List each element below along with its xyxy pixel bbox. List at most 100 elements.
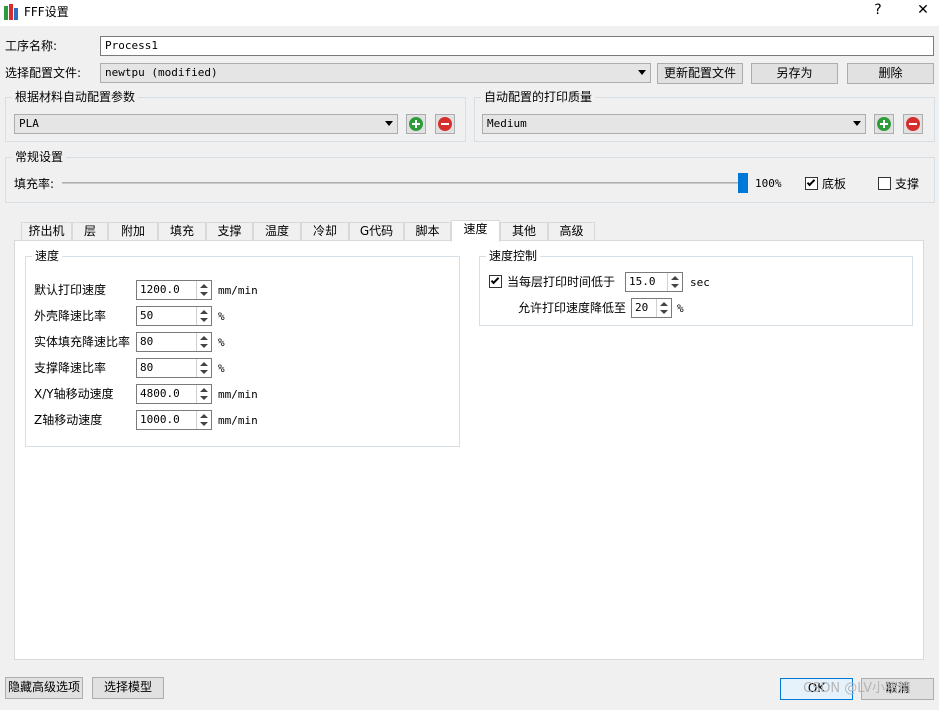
support-label: 支撑 (895, 177, 920, 191)
default-speed-input[interactable]: 1200.0 (136, 280, 212, 300)
spin-up-icon (200, 284, 208, 288)
config-file-label: 选择配置文件: (5, 66, 82, 80)
material-select[interactable]: PLA (14, 114, 398, 134)
solid-infill-ratio-unit: % (218, 336, 225, 349)
layer-time-checkbox[interactable] (489, 275, 502, 288)
config-file-value: newtpu (modified) (105, 66, 218, 79)
plus-icon (877, 117, 891, 131)
window-title: FFF设置 (24, 5, 69, 19)
infill-slider-handle[interactable] (738, 173, 748, 193)
remove-quality-button[interactable] (903, 114, 923, 134)
tab-temperature[interactable]: 温度 (253, 222, 301, 240)
xy-travel-input[interactable]: 4800.0 (136, 384, 212, 404)
solid-infill-ratio-label: 实体填充降速比率 (34, 335, 131, 349)
app-bars-icon (4, 4, 18, 20)
tab-other[interactable]: 其他 (500, 222, 548, 240)
hide-advanced-button[interactable]: 隐藏高级选项 (5, 677, 83, 699)
quality-value: Medium (487, 117, 527, 130)
spin-down-icon (200, 422, 208, 426)
default-speed-value: 1200.0 (140, 283, 180, 296)
spin-buttons[interactable] (196, 333, 211, 351)
save-as-button[interactable]: 另存为 (751, 63, 838, 84)
watermark-text: CSDN @LV小猪精 (803, 681, 911, 696)
shell-ratio-value: 50 (140, 309, 154, 322)
help-button[interactable]: ? (856, 0, 900, 22)
quality-select[interactable]: Medium (482, 114, 866, 134)
general-group-title: 常规设置 (12, 149, 67, 165)
shell-ratio-input[interactable]: 50 (136, 306, 212, 326)
chevron-down-icon (385, 121, 393, 126)
tab-gcode[interactable]: G代码 (349, 222, 404, 240)
spin-up-icon (660, 302, 668, 306)
process-name-label: 工序名称: (5, 39, 58, 53)
solid-infill-ratio-value: 80 (140, 335, 154, 348)
material-group-title: 根据材料自动配置参数 (12, 89, 139, 105)
spin-down-icon (200, 396, 208, 400)
solid-infill-ratio-input[interactable]: 80 (136, 332, 212, 352)
shell-ratio-unit: % (218, 310, 225, 323)
z-travel-label: Z轴移动速度 (34, 413, 103, 427)
title-bar (0, 0, 939, 26)
tab-infill[interactable]: 填充 (158, 222, 206, 240)
delete-button[interactable]: 删除 (847, 63, 934, 84)
spin-buttons[interactable] (196, 385, 211, 403)
spin-buttons[interactable] (196, 281, 211, 299)
spin-down-icon (200, 292, 208, 296)
reduce-speed-value: 20 (635, 301, 649, 314)
spin-buttons[interactable] (196, 411, 211, 429)
support-ratio-input[interactable]: 80 (136, 358, 212, 378)
support-checkbox[interactable] (878, 177, 891, 190)
shell-ratio-label: 外壳降速比率 (34, 309, 107, 323)
raft-checkbox[interactable] (805, 177, 818, 190)
xy-travel-value: 4800.0 (140, 387, 180, 400)
spin-up-icon (200, 414, 208, 418)
tab-speed[interactable]: 速度 (451, 220, 500, 242)
xy-travel-unit: mm/min (218, 388, 258, 401)
update-config-button[interactable]: 更新配置文件 (657, 63, 743, 84)
spin-up-icon (200, 388, 208, 392)
remove-material-button[interactable] (435, 114, 455, 134)
tab-extruder[interactable]: 挤出机 (21, 222, 72, 240)
z-travel-input[interactable]: 1000.0 (136, 410, 212, 430)
default-speed-label: 默认打印速度 (34, 283, 107, 297)
tab-scripts[interactable]: 脚本 (404, 222, 451, 240)
layer-time-label: 当每层打印时间低于 (507, 275, 616, 289)
support-ratio-value: 80 (140, 361, 154, 374)
spin-up-icon (200, 310, 208, 314)
add-quality-button[interactable] (874, 114, 894, 134)
spin-buttons[interactable] (196, 307, 211, 325)
config-file-select[interactable]: newtpu (modified) (100, 63, 651, 83)
spin-buttons[interactable] (656, 299, 671, 317)
spin-buttons[interactable] (667, 273, 682, 291)
tab-additions[interactable]: 附加 (108, 222, 158, 240)
spin-up-icon (200, 362, 208, 366)
add-material-button[interactable] (406, 114, 426, 134)
default-speed-unit: mm/min (218, 284, 258, 297)
infill-value: 100% (755, 177, 782, 190)
speed-control-title: 速度控制 (486, 248, 541, 264)
close-button[interactable]: ✕ (901, 0, 939, 22)
spin-down-icon (671, 284, 679, 288)
spin-up-icon (671, 276, 679, 280)
reduce-speed-label: 允许打印速度降低至 (518, 301, 627, 315)
minus-icon (906, 117, 920, 131)
support-ratio-label: 支撑降速比率 (34, 361, 107, 375)
layer-time-input[interactable]: 15.0 (625, 272, 683, 292)
tab-advanced[interactable]: 高级 (548, 222, 595, 240)
process-name-input[interactable]: Process1 (100, 36, 934, 56)
layer-time-unit: sec (690, 276, 710, 289)
infill-slider-track[interactable] (62, 182, 748, 184)
tab-cooling[interactable]: 冷却 (301, 222, 349, 240)
tab-support[interactable]: 支撑 (206, 222, 253, 240)
reduce-speed-input[interactable]: 20 (631, 298, 672, 318)
select-model-button[interactable]: 选择模型 (92, 677, 164, 699)
spin-buttons[interactable] (196, 359, 211, 377)
tab-layer[interactable]: 层 (72, 222, 108, 240)
material-value: PLA (19, 117, 39, 130)
xy-travel-label: X/Y轴移动速度 (34, 387, 114, 401)
infill-label: 填充率: (14, 177, 55, 191)
spin-up-icon (200, 336, 208, 340)
plus-icon (409, 117, 423, 131)
minus-icon (438, 117, 452, 131)
reduce-speed-unit: % (677, 302, 684, 315)
